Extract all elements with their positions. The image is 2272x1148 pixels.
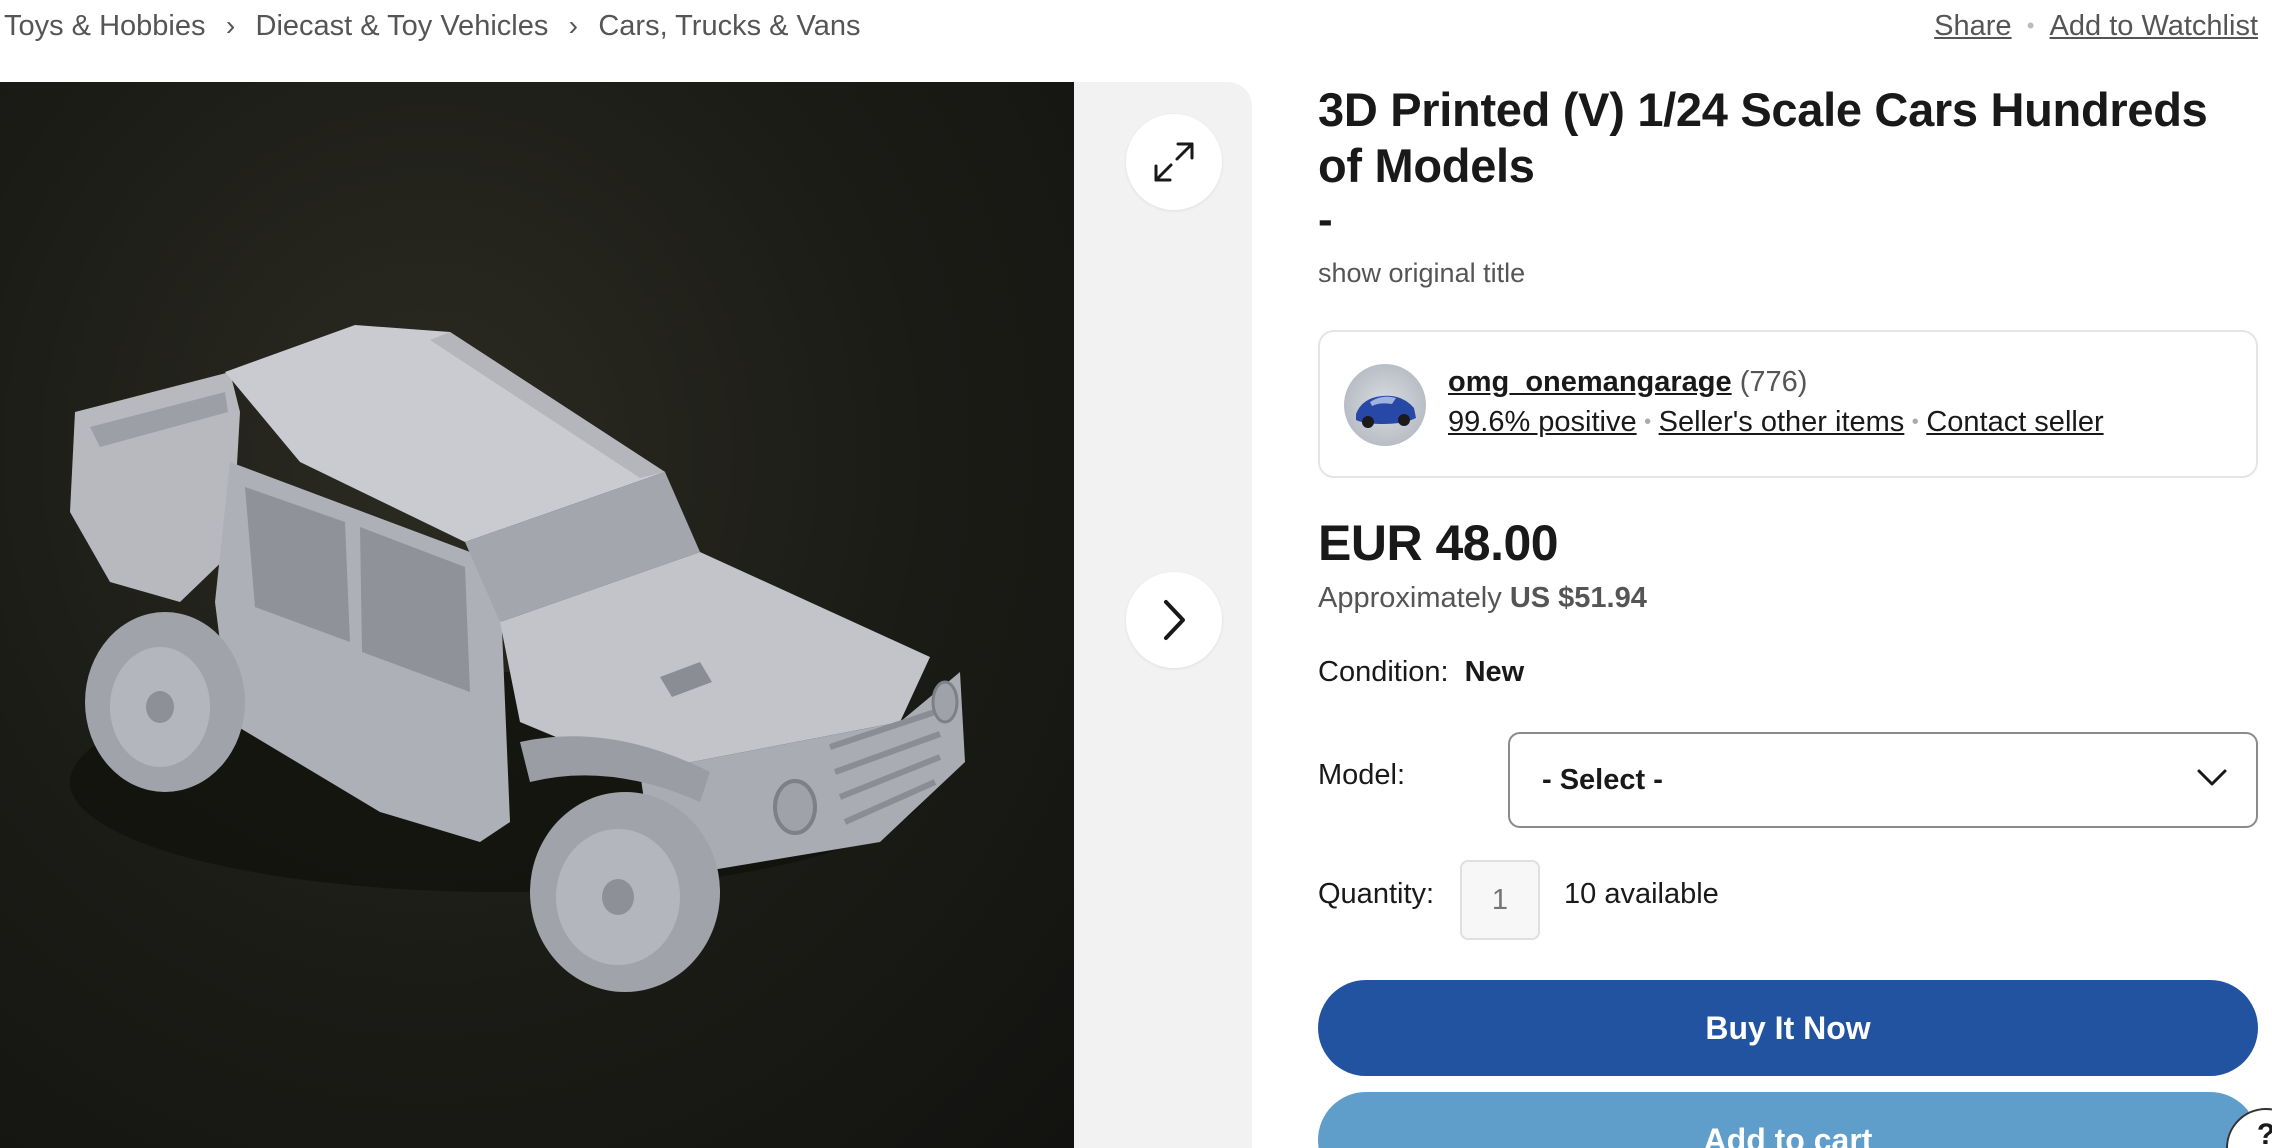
listing-details: 3D Printed (V) 1/24 Scale Cars Hundreds … [1318,82,2258,1148]
chevron-right-icon [1164,600,1185,640]
breadcrumb-chevron-icon: › [225,10,236,41]
approx-price-label: Approximately [1318,582,1502,614]
dot-separator: • [2026,13,2035,38]
quantity-available: 10 available [1564,878,1719,910]
share-link[interactable]: Share [1934,10,2011,43]
add-to-watchlist-link[interactable]: Add to Watchlist [2050,10,2258,43]
next-image-button[interactable] [1126,572,1222,668]
expand-image-button[interactable] [1126,114,1222,210]
condition-row: Condition: New [1318,656,1524,689]
chevron-down-icon [2197,769,2227,786]
breadcrumb: Toys & Hobbies › Diecast & Toy Vehicles … [4,6,861,46]
quantity-input[interactable] [1460,860,1540,940]
listing-subtitle: - [1318,195,1333,244]
breadcrumb-item-cars-trucks-vans[interactable]: Cars, Trucks & Vans [598,10,860,43]
top-actions: Share • Add to Watchlist [1934,6,2258,46]
add-to-cart-button[interactable]: Add to cart [1318,1092,2258,1148]
approx-price: Approximately US $51.94 [1318,582,1647,615]
product-photo-car [70,325,965,992]
price: EUR 48.00 [1318,515,1559,571]
model-select-value: - Select - [1542,763,1663,796]
seller-name-link[interactable]: omg_onemangarage [1448,366,1732,398]
avatar-car-image [1356,395,1416,428]
seller-avatar[interactable] [1344,364,1426,446]
model-label: Model: [1318,759,1406,791]
contact-seller-link[interactable]: Contact seller [1926,404,2103,440]
buy-it-now-button[interactable]: Buy It Now [1318,980,2258,1076]
breadcrumb-chevron-icon: › [568,10,578,41]
breadcrumb-item-diecast[interactable]: Diecast & Toy Vehicles [256,10,549,43]
seller-feedback-count: (776) [1739,366,1808,398]
condition-label: Condition: [1318,656,1449,688]
quantity-label: Quantity: [1318,878,1435,910]
seller-positive-feedback-link[interactable]: 99.6% positive [1448,404,1637,440]
image-gallery [0,82,1252,1148]
show-original-title-link[interactable]: show original title [1318,258,2258,289]
approx-price-value: US $51.94 [1509,582,1647,614]
breadcrumb-item-toys-hobbies[interactable]: Toys & Hobbies [4,10,206,43]
dot-separator: • [1911,411,1919,433]
seller-other-items-link[interactable]: Seller's other items [1659,404,1905,440]
model-select[interactable]: - Select - [1508,732,2258,828]
seller-links: 99.6% positive • Seller's other items • … [1448,404,2104,440]
seller-card: omg_onemangarage (776) 99.6% positive • … [1318,330,2258,478]
dot-separator: • [1644,411,1652,433]
product-photo[interactable] [0,82,1074,1148]
listing-title: 3D Printed (V) 1/24 Scale Cars Hundreds … [1318,83,2208,192]
expand-icon [1154,142,1194,182]
seller-name-row: omg_onemangarage (776) [1448,364,1807,400]
condition-value: New [1464,656,1525,688]
